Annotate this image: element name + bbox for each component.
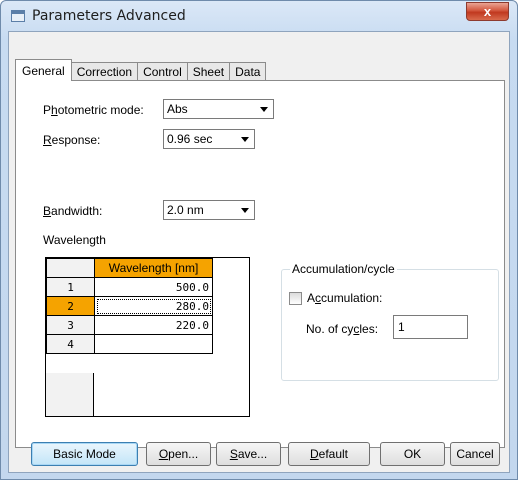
- accumulation-checkbox-label[interactable]: Accumulation:: [307, 291, 382, 305]
- photometric-mode-value: Abs: [167, 102, 188, 116]
- table-row[interactable]: 1 500.0: [46, 277, 213, 297]
- cancel-button[interactable]: Cancel: [450, 442, 500, 466]
- row-header-strip: [46, 373, 94, 416]
- close-icon: x: [483, 4, 492, 19]
- tab-control[interactable]: Control: [137, 62, 188, 81]
- grid-corner: [46, 258, 95, 278]
- bandwidth-value: 2.0 nm: [167, 203, 204, 217]
- save-button[interactable]: Save...: [216, 442, 281, 466]
- close-button[interactable]: x: [466, 2, 509, 21]
- chevron-down-icon: [241, 137, 249, 142]
- table-row[interactable]: 4: [46, 334, 213, 354]
- tab-correction[interactable]: Correction: [70, 62, 139, 81]
- row-header[interactable]: 2: [46, 296, 95, 316]
- cycles-input[interactable]: 1: [393, 315, 468, 339]
- accumulation-group-title: Accumulation/cycle: [290, 262, 397, 276]
- wavelength-cell[interactable]: 280.0: [94, 296, 213, 316]
- wavelength-grid[interactable]: Wavelength [nm] 1 500.0 2 280.0 3 220.0 …: [45, 257, 250, 417]
- tab-strip: General Correction Control Sheet Data: [15, 59, 267, 81]
- tab-general[interactable]: General: [15, 59, 72, 81]
- parameters-advanced-window: Parameters Advanced x General Correction…: [0, 0, 518, 480]
- window-app-icon: [11, 10, 25, 22]
- wavelength-label: Wavelength: [43, 233, 106, 247]
- default-button[interactable]: Default: [288, 442, 370, 466]
- response-select[interactable]: 0.96 sec: [163, 129, 255, 149]
- bandwidth-select[interactable]: 2.0 nm: [163, 200, 255, 220]
- chevron-down-icon: [241, 208, 249, 213]
- response-label: Response:: [43, 133, 101, 147]
- cycles-label: No. of cycles:: [306, 322, 379, 336]
- tab-data[interactable]: Data: [229, 62, 267, 81]
- row-header[interactable]: 4: [46, 334, 95, 354]
- chevron-down-icon: [260, 107, 268, 112]
- ok-button[interactable]: OK: [380, 442, 445, 466]
- table-row[interactable]: 3 220.0: [46, 315, 213, 335]
- basic-mode-button[interactable]: Basic Mode: [31, 442, 138, 466]
- photometric-mode-select[interactable]: Abs: [163, 99, 274, 119]
- bandwidth-label: Bandwidth:: [43, 204, 103, 218]
- response-value: 0.96 sec: [167, 132, 213, 146]
- photometric-mode-label: Photometric mode:: [43, 103, 144, 117]
- wavelength-cell[interactable]: [94, 334, 213, 354]
- title-bar[interactable]: Parameters Advanced x: [1, 1, 517, 31]
- wavelength-table: Wavelength [nm] 1 500.0 2 280.0 3 220.0 …: [46, 258, 213, 354]
- grid-column-header[interactable]: Wavelength [nm]: [94, 258, 213, 278]
- accumulation-checkbox[interactable]: [289, 292, 302, 305]
- wavelength-cell[interactable]: 220.0: [94, 315, 213, 335]
- tab-sheet[interactable]: Sheet: [186, 62, 231, 81]
- window-title: Parameters Advanced: [32, 8, 186, 24]
- row-header[interactable]: 1: [46, 277, 95, 297]
- open-button[interactable]: Open...: [146, 442, 211, 466]
- wavelength-cell[interactable]: 500.0: [94, 277, 213, 297]
- row-header[interactable]: 3: [46, 315, 95, 335]
- table-row[interactable]: 2 280.0: [46, 296, 213, 316]
